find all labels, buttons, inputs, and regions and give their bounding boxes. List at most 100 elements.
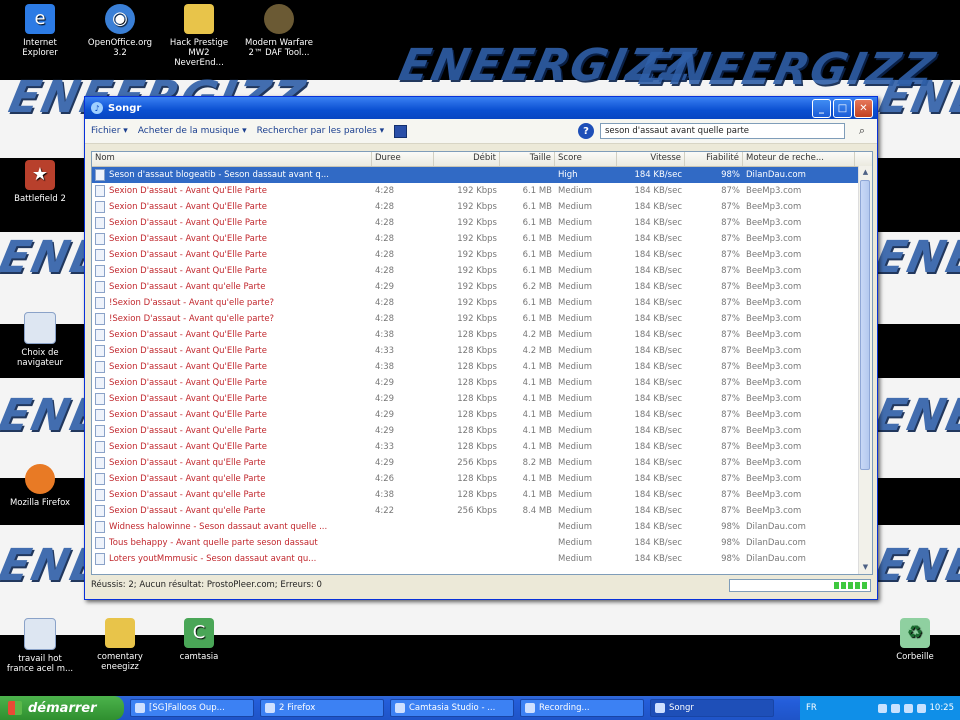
result-row[interactable]: Sexion D'assaut - Avant Qu'Elle Parte 4:2…: [92, 391, 872, 407]
taskbar-item[interactable]: Recording...: [520, 699, 644, 717]
cell-mot: BeeMp3.com: [746, 378, 802, 388]
result-row[interactable]: Sexion D'assaut - Avant Qu'elle Parte 4:2…: [92, 423, 872, 439]
cell-tai: 4.1 MB: [522, 490, 552, 500]
scroll-thumb[interactable]: [860, 180, 870, 470]
taskbar-item-songr[interactable]: Songr: [650, 699, 774, 717]
cell-deb: 128 Kbps: [457, 330, 497, 340]
result-row[interactable]: Sexion D'assaut - Avant Qu'Elle Parte 4:2…: [92, 215, 872, 231]
language-indicator[interactable]: FR: [806, 703, 817, 713]
column-header-debit[interactable]: Débit: [434, 152, 500, 166]
taskbar: démarrer [SG]Falloos Oup... 2 Firefox Ca…: [0, 696, 960, 720]
cell-fia: 87%: [721, 314, 740, 324]
minimize-button[interactable]: _: [812, 98, 831, 118]
desktop-icon-hack-prestige-folder[interactable]: Hack Prestige MW2 NeverEnd...: [164, 4, 234, 68]
cell-mot: BeeMp3.com: [746, 474, 802, 484]
cell-mot: BeeMp3.com: [746, 458, 802, 468]
column-header-duree[interactable]: Duree: [372, 152, 434, 166]
result-row[interactable]: !Sexion D'assaut - Avant qu'elle parte? 4…: [92, 295, 872, 311]
scroll-up-icon[interactable]: ▲: [859, 166, 872, 179]
desktop-icon-camtasia[interactable]: C camtasia: [164, 618, 234, 662]
result-row[interactable]: Widness halowinne - Seson dassaut avant …: [92, 519, 872, 535]
taskbar-item[interactable]: Camtasia Studio - ...: [390, 699, 514, 717]
result-row[interactable]: Sexion D'assaut - Avant qu'elle Parte 4:2…: [92, 503, 872, 519]
result-row[interactable]: Sexion D'assaut - Avant Qu'Elle Parte 4:3…: [92, 327, 872, 343]
start-button[interactable]: démarrer: [0, 696, 124, 720]
ie-icon: e: [25, 4, 55, 34]
desktop-icon-corbeille[interactable]: ♻ Corbeille: [880, 618, 950, 662]
cell-vit: 184 KB/sec: [634, 282, 682, 292]
desktop-icon-internet-explorer[interactable]: e Internet Explorer: [5, 4, 75, 58]
cell-deb: 128 Kbps: [457, 346, 497, 356]
result-row[interactable]: Sexion D'assaut - Avant Qu'Elle Parte 4:2…: [92, 263, 872, 279]
result-row[interactable]: Sexion D'assaut - Avant Qu'Elle Parte 4:2…: [92, 183, 872, 199]
desktop-icon-firefox[interactable]: Mozilla Firefox: [5, 464, 75, 508]
cell-fia: 87%: [721, 266, 740, 276]
app-icon: ♪: [91, 102, 103, 114]
desktop-icon-comentary-folder[interactable]: comentary eneegizz: [85, 618, 155, 672]
search-input[interactable]: [600, 123, 845, 139]
cell-dur: 4:29: [375, 410, 395, 420]
taskbar-item[interactable]: [SG]Falloos Oup...: [130, 699, 254, 717]
tray-icon[interactable]: [903, 703, 913, 713]
cell-deb: 256 Kbps: [457, 458, 497, 468]
result-row[interactable]: Sexion D'assaut - Avant qu'Elle Parte 4:2…: [92, 455, 872, 471]
tray-icon[interactable]: [890, 703, 900, 713]
result-row[interactable]: Loters youtMmmusic - Seson dassaut avant…: [92, 551, 872, 567]
vertical-scrollbar[interactable]: ▲ ▼: [858, 166, 872, 574]
result-row[interactable]: Sexion D'assaut - Avant Qu'Elle Parte 4:3…: [92, 439, 872, 455]
result-row[interactable]: Sexion D'assaut - Avant Qu'Elle Parte 4:2…: [92, 407, 872, 423]
watermark-text: ENEERGIZZ: [870, 540, 960, 591]
result-row[interactable]: !Sexion D'assaut - Avant qu'elle parte? 4…: [92, 311, 872, 327]
result-row[interactable]: Sexion D'assaut - Avant Qu'Elle Parte 4:2…: [92, 231, 872, 247]
result-row[interactable]: Sexion D'assaut - Avant Qu'Elle Parte 4:2…: [92, 375, 872, 391]
search-progress-bar: [729, 578, 871, 592]
menu-acheter-musique[interactable]: Acheter de la musique ▾: [138, 126, 247, 136]
result-row[interactable]: Sexion D'assaut - Avant Qu'Elle Parte 4:3…: [92, 359, 872, 375]
cell-deb: 128 Kbps: [457, 394, 497, 404]
cell-fia: 87%: [721, 394, 740, 404]
search-icon[interactable]: ⌕: [853, 122, 871, 140]
result-row[interactable]: Sexion D'assaut - Avant Qu'Elle Parte 4:2…: [92, 199, 872, 215]
desktop-icon-mw2-tool[interactable]: Modern Warfare 2™ DAF Tool...: [244, 4, 314, 58]
desktop-icon-battlefield-2[interactable]: ★ Battlefield 2: [5, 160, 75, 204]
tray-icon[interactable]: [877, 703, 887, 713]
volume-icon[interactable]: [916, 703, 926, 713]
scroll-down-icon[interactable]: ▼: [859, 561, 872, 574]
column-header-moteur[interactable]: Moteur de reche...: [743, 152, 855, 166]
close-button[interactable]: ✕: [854, 98, 873, 118]
cell-tai: 6.1 MB: [522, 266, 552, 276]
menu-rechercher-paroles[interactable]: Rechercher par les paroles ▾: [257, 126, 385, 136]
desktop-icon-openoffice[interactable]: ◉ OpenOffice.org 3.2: [85, 4, 155, 58]
cell-name: Sexion D'assaut - Avant qu'elle Parte: [92, 473, 372, 485]
cell-deb: 192 Kbps: [457, 202, 497, 212]
result-row[interactable]: Tous behappy - Avant quelle parte seson …: [92, 535, 872, 551]
column-header-score[interactable]: Score: [555, 152, 617, 166]
result-row[interactable]: Sexion D'assaut - Avant qu'elle Parte 4:3…: [92, 487, 872, 503]
maximize-button[interactable]: □: [833, 98, 852, 118]
desktop-icon-choix-navigateur[interactable]: Choix de navigateur: [5, 312, 75, 368]
result-row[interactable]: Sexion D'assaut - Avant Qu'Elle Parte 4:2…: [92, 247, 872, 263]
menu-fichier[interactable]: Fichier ▾: [91, 126, 128, 136]
desktop-icon-travail-document[interactable]: travail hot france acel m...: [5, 618, 75, 674]
cell-tai: 6.1 MB: [522, 202, 552, 212]
column-header-fiabilite[interactable]: Fiabilité: [685, 152, 743, 166]
audio-file-icon: [95, 217, 105, 229]
taskbar-item[interactable]: 2 Firefox: [260, 699, 384, 717]
column-header-vitesse[interactable]: Vitesse: [617, 152, 685, 166]
window-titlebar[interactable]: ♪ Songr _ □ ✕: [85, 97, 877, 119]
result-row[interactable]: Sexion D'assaut - Avant Qu'Elle Parte 4:3…: [92, 343, 872, 359]
cell-tai: 4.1 MB: [522, 474, 552, 484]
help-icon[interactable]: ?: [578, 123, 594, 139]
result-row[interactable]: Sexion D'assaut - Avant qu'elle Parte 4:2…: [92, 279, 872, 295]
save-icon[interactable]: [394, 124, 408, 138]
cell-dur: 4:29: [375, 426, 395, 436]
camtasia-icon: C: [184, 618, 214, 648]
cell-vit: 184 KB/sec: [634, 218, 682, 228]
column-header-taille[interactable]: Taille: [500, 152, 555, 166]
audio-file-icon: [95, 505, 105, 517]
cell-mot: BeeMp3.com: [746, 394, 802, 404]
result-row[interactable]: Seson d'assaut blogeatib - Seson dassaut…: [92, 167, 872, 183]
result-row[interactable]: Sexion D'assaut - Avant qu'elle Parte 4:2…: [92, 471, 872, 487]
cell-sco: Medium: [558, 442, 592, 452]
column-header-nom[interactable]: Nom: [92, 152, 372, 166]
